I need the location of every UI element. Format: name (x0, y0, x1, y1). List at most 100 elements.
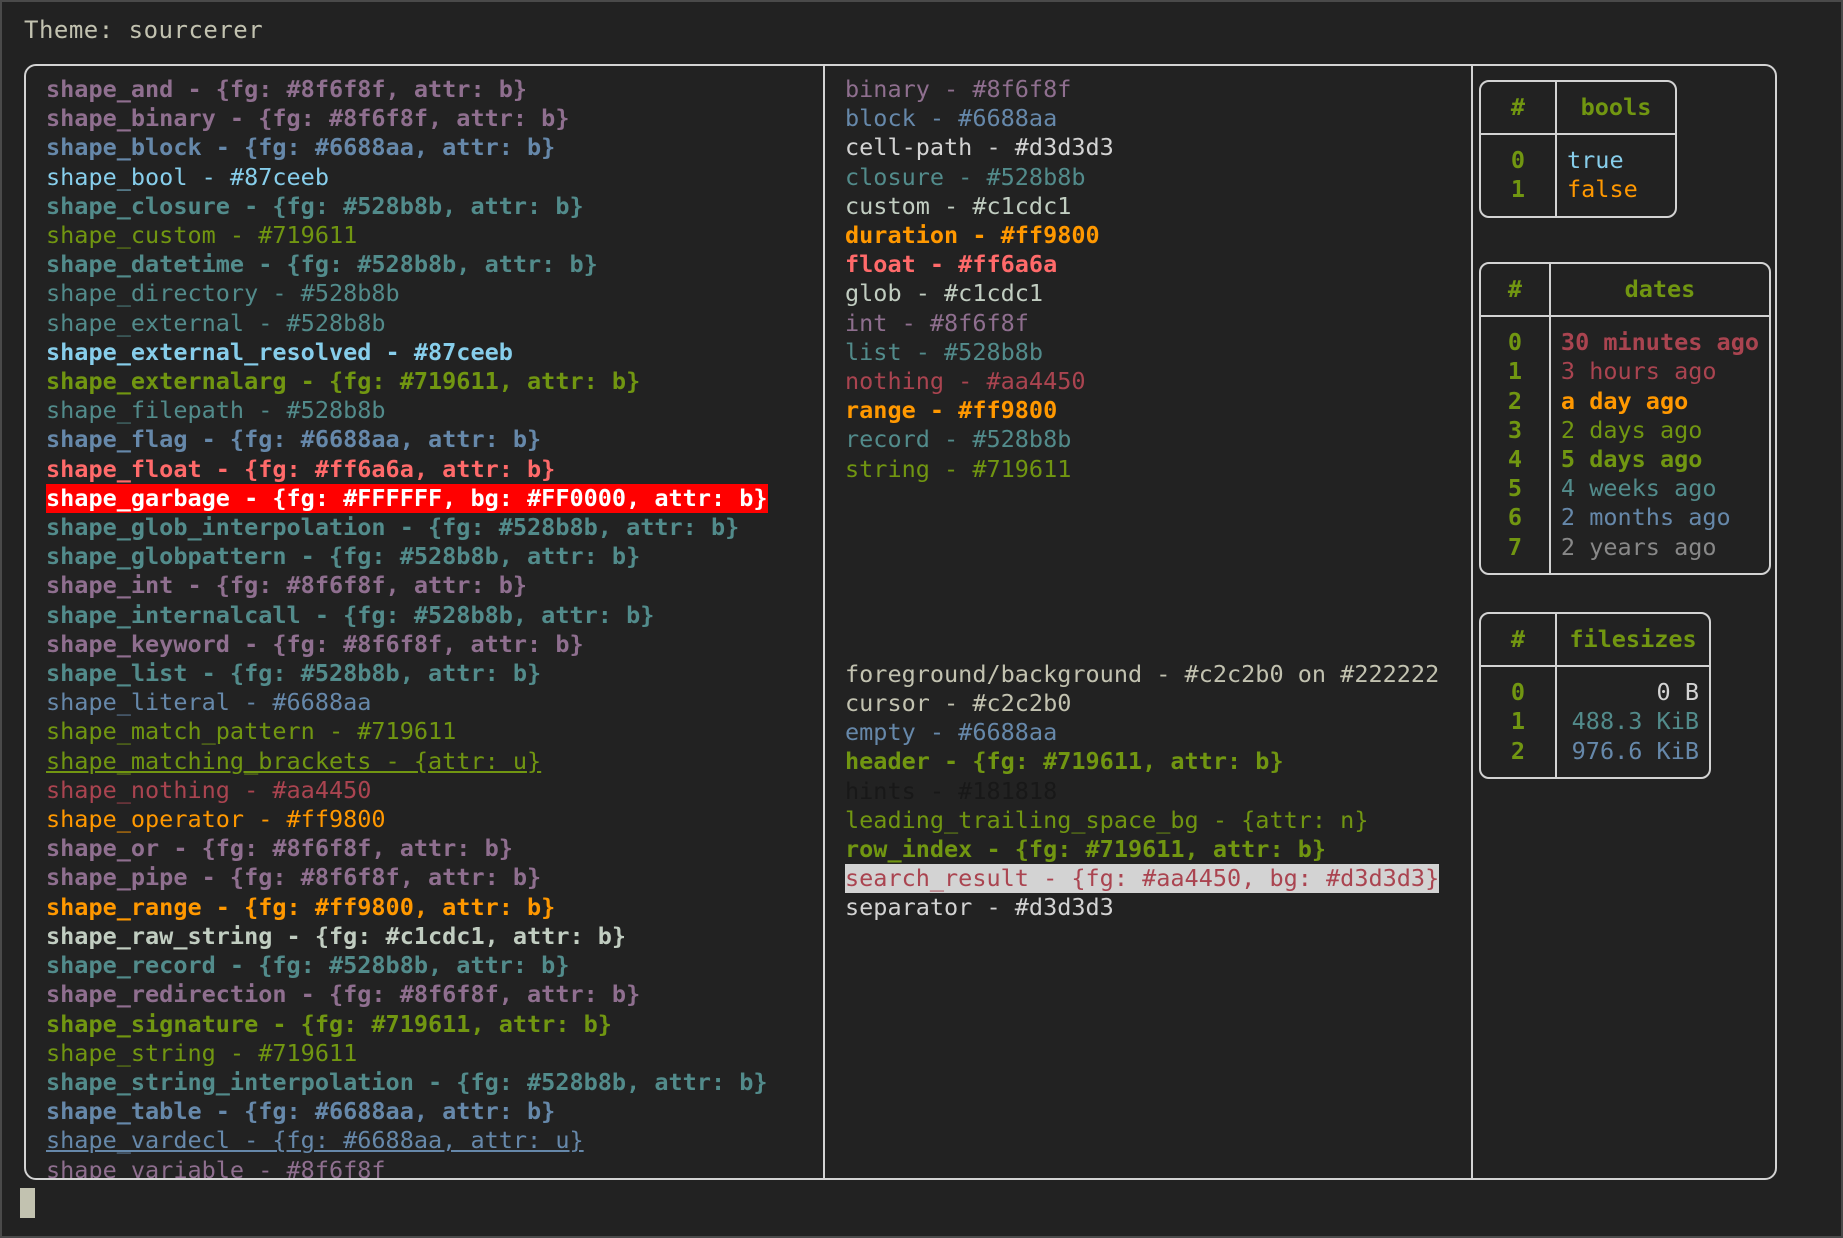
ui-line: header - {fg: #719611, attr: b} (845, 747, 1284, 776)
dates-value-header: dates (1549, 264, 1769, 318)
ui-line: cursor - #c2c2b0 (845, 689, 1072, 718)
shape-line: shape_float - {fg: #ff6a6a, attr: b} (46, 454, 556, 483)
shape-line: shape_bool - #87ceeb (46, 162, 329, 191)
terminal-window: Theme: sourcerer shape_and - {fg: #8f6f8… (0, 0, 1843, 1238)
table-header-row: # filesizes (1481, 614, 1709, 668)
theme-title: Theme: sourcerer (24, 16, 264, 44)
shape-line: shape_externalarg - {fg: #719611, attr: … (46, 367, 641, 396)
row-value-cell: 2 years ago (1560, 532, 1717, 561)
ui-line: hints - #181818 (845, 776, 1058, 805)
row-value-cell: false (1567, 175, 1638, 204)
shape-line: shape_and - {fg: #8f6f8f, attr: b} (46, 75, 528, 103)
row-value-cell: 976.6 KiB (1571, 736, 1699, 765)
row-index-cell: 0 (1481, 134, 1557, 176)
row-value-cell: 30 minutes ago (1560, 328, 1759, 357)
types-and-ui-column: binary - #8f6f8f block - #6688aa cell-path… (825, 66, 1471, 1178)
type-line: cell-path - #d3d3d3 (845, 133, 1114, 162)
shape-line: shape_pipe - {fg: #8f6f8f, attr: b} (46, 863, 542, 892)
shape-line: shape_matching_brackets - {attr: u} (46, 746, 542, 775)
type-line: int - #8f6f8f (845, 308, 1029, 337)
ui-line: foreground/background - #c2c2b0 on #2222… (845, 659, 1440, 688)
ui-line: separator - #d3d3d3 (845, 893, 1114, 922)
shape-line: shape_garbage - {fg: #FFFFFF, bg: #FF000… (46, 483, 768, 514)
filesizes-table-body: 0 0 B 1 488.3 KiB 2 976.6 KiB (1481, 666, 1709, 777)
type-line: list - #528b8b (845, 337, 1044, 366)
dates-table: # dates 0 30 minutes ago 1 3 hours ago 2 a da… (1479, 262, 1771, 575)
row-index-cell: 6 (1481, 503, 1551, 533)
shape-line: shape_flag - {fg: #6688aa, attr: b} (46, 425, 542, 454)
block-cursor (20, 1188, 35, 1218)
shape-line: shape_int - {fg: #8f6f8f, attr: b} (46, 571, 528, 600)
shape-line: shape_table - {fg: #6688aa, attr: b} (46, 1097, 556, 1126)
shape-line: shape_nothing - #aa4450 (46, 775, 372, 804)
shape-line: shape_custom - #719611 (46, 221, 358, 250)
type-line: custom - #c1cdc1 (845, 191, 1072, 220)
shape-line: shape_filepath - #528b8b (46, 396, 386, 425)
ui-line: leading_trailing_space_bg - {attr: n} (845, 805, 1369, 834)
table-row: 2 976.6 KiB (1481, 736, 1709, 777)
row-index-cell: 1 (1481, 357, 1551, 387)
dates-index-header: # (1481, 264, 1551, 318)
row-index-cell: 5 (1481, 474, 1551, 504)
shape-line: shape_operator - #ff9800 (46, 805, 386, 834)
row-index-cell: 4 (1481, 445, 1551, 475)
shape-line: shape_glob_interpolation - {fg: #528b8b,… (46, 513, 740, 542)
type-line: record - #528b8b (845, 425, 1072, 454)
row-value-cell: true (1567, 146, 1624, 175)
table-row: 6 2 months ago (1481, 503, 1769, 533)
row-value-cell: 0 B (1656, 678, 1699, 707)
type-line: float - #ff6a6a (845, 250, 1058, 279)
shape-line: shape_match_pattern - #719611 (46, 717, 457, 746)
shape-line: shape_directory - #528b8b (46, 279, 400, 308)
shapes-column: shape_and - {fg: #8f6f8f, attr: b} shape_… (26, 66, 823, 1178)
shape-line: shape_binary - {fg: #8f6f8f, attr: b} (46, 104, 570, 133)
shape-line: shape_signature - {fg: #719611, attr: b} (46, 1009, 612, 1038)
shape-line: shape_datetime - {fg: #528b8b, attr: b} (46, 250, 598, 279)
table-row: 0 true (1481, 134, 1675, 176)
table-row: 1 3 hours ago (1481, 357, 1769, 387)
shape-line: shape_globpattern - {fg: #528b8b, attr: … (46, 542, 641, 571)
row-index-cell: 0 (1481, 666, 1557, 708)
shape-line: shape_vardecl - {fg: #6688aa, attr: u} (46, 1126, 584, 1155)
table-row: 0 0 B (1481, 666, 1709, 708)
shape-line: shape_record - {fg: #528b8b, attr: b} (46, 951, 570, 980)
type-line: block - #6688aa (845, 104, 1058, 133)
ui-line: empty - #6688aa (845, 718, 1058, 747)
sample-tables-column: # bools 0 true 1 false # dates 0 30 minu… (1473, 66, 1777, 1178)
shape-line: shape_literal - #6688aa (46, 688, 372, 717)
table-row: 3 2 days ago (1481, 415, 1769, 446)
row-value-cell: 2 days ago (1560, 415, 1703, 444)
shape-line: shape_raw_string - {fg: #c1cdc1, attr: b… (46, 921, 627, 950)
type-line: binary - #8f6f8f (845, 75, 1072, 103)
table-row: 1 false (1481, 175, 1675, 216)
filesizes-table: # filesizes 0 0 B 1 488.3 KiB 2 976.6 KiB (1479, 612, 1711, 779)
row-value-cell: 5 days ago (1560, 445, 1703, 474)
table-row: 4 5 days ago (1481, 445, 1769, 475)
shape-line: shape_external_resolved - #87ceeb (46, 337, 513, 366)
type-line: glob - #c1cdc1 (845, 279, 1044, 308)
row-value-cell: 4 weeks ago (1560, 474, 1717, 503)
row-index-cell: 2 (1481, 386, 1551, 416)
shape-line: shape_string - #719611 (46, 1038, 358, 1067)
type-line: duration - #ff9800 (845, 221, 1100, 250)
filesizes-value-header: filesizes (1556, 614, 1709, 668)
row-value-cell: 3 hours ago (1560, 357, 1717, 386)
shape-line: shape_internalcall - {fg: #528b8b, attr:… (46, 600, 655, 629)
shape-line: shape_variable - #8f6f8f (46, 1155, 386, 1178)
type-line: string - #719611 (845, 454, 1072, 483)
row-index-cell: 1 (1481, 175, 1557, 216)
table-row: 2 a day ago (1481, 386, 1769, 416)
table-row: 0 30 minutes ago (1481, 316, 1769, 358)
row-index-cell: 0 (1481, 316, 1551, 358)
shape-line: shape_list - {fg: #528b8b, attr: b} (46, 659, 542, 688)
shape-line: shape_external - #528b8b (46, 308, 386, 337)
row-index-cell: 1 (1481, 707, 1557, 737)
theme-preview-panel: shape_and - {fg: #8f6f8f, attr: b} shape_… (24, 64, 1777, 1180)
bools-table-body: 0 true 1 false (1481, 134, 1675, 216)
table-row: 1 488.3 KiB (1481, 707, 1709, 737)
row-value-cell: a day ago (1560, 386, 1689, 415)
shapes-line-list: shape_and - {fg: #8f6f8f, attr: b} shape_… (26, 66, 823, 1178)
bools-table: # bools 0 true 1 false (1479, 80, 1677, 218)
dates-table-body: 0 30 minutes ago 1 3 hours ago 2 a day ago 3 2 … (1481, 316, 1769, 573)
bools-index-header: # (1481, 82, 1557, 136)
